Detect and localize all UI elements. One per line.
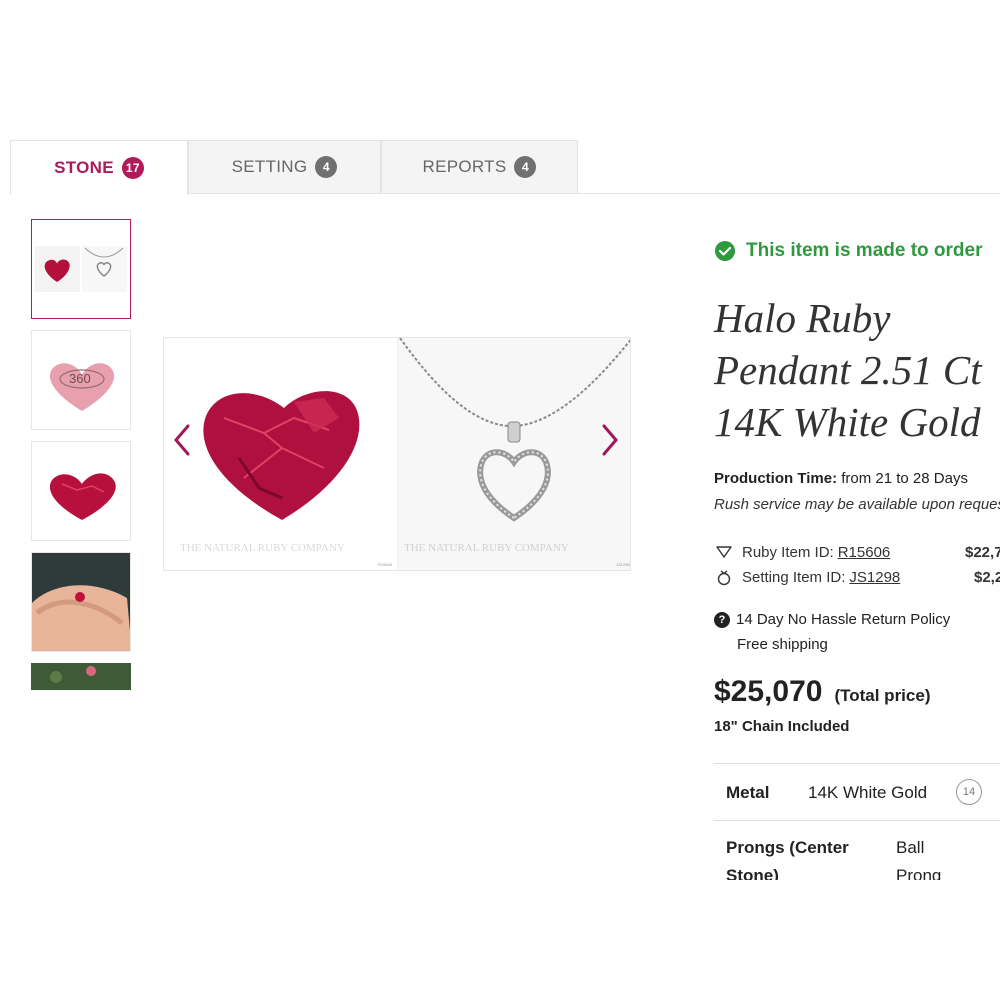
flowers-thumbnail-image (31, 663, 131, 690)
rush-service-note: Rush service may be available upon reque… (714, 496, 1000, 513)
tab-stone[interactable]: STONE 17 (10, 140, 188, 195)
tab-reports-count-badge: 4 (514, 156, 537, 178)
product-title-line-3: 14K White Gold (714, 399, 981, 445)
chevron-right-icon[interactable] (598, 420, 622, 460)
ruby-stone-thumbnail-image (49, 473, 116, 520)
setting-item-row: Setting Item ID: JS1298 $2,2 (714, 568, 1000, 586)
spec-prongs-value-line-2[interactable]: Prong (896, 866, 941, 880)
ruby-item-label: Ruby Item ID: (742, 543, 834, 561)
spec-divider-middle (714, 820, 1000, 821)
setting-item-label: Setting Item ID: (742, 568, 846, 586)
spec-metal-label: Metal (726, 783, 770, 802)
tab-setting[interactable]: SETTING 4 (188, 140, 381, 194)
chain-included-note: 18" Chain Included (714, 718, 850, 735)
thumbnail-combo[interactable] (31, 219, 131, 319)
ring-icon (717, 570, 731, 586)
availability-status: This item is made to order (714, 240, 983, 262)
total-price-row: $25,070 (Total price) (714, 675, 930, 709)
spec-prongs-value-line-1[interactable]: Ball (896, 838, 924, 858)
image-code-left: R15606 (378, 562, 393, 567)
product-title-line-2: Pendant 2.51 Ct (714, 347, 982, 393)
thumbnail-flowers-partial[interactable] (31, 663, 131, 690)
thumbnail-360-view[interactable]: 360 (31, 330, 131, 430)
view-360-label: 360 (69, 371, 91, 386)
spec-divider-top (714, 763, 1000, 764)
ruby-pendant-thumbnail-image (35, 246, 127, 292)
ruby-item-id-link[interactable]: R15606 (838, 544, 891, 561)
production-time: Production Time: from 21 to 28 Days (714, 470, 968, 487)
free-shipping-text: Free shipping (737, 636, 828, 653)
spec-prongs-row: Prongs (Center Stone) Ball Prong (714, 822, 1000, 880)
hand-photo-thumbnail-image (32, 553, 130, 651)
total-price: $25,070 (714, 675, 823, 708)
tab-stone-label: STONE (54, 157, 114, 177)
spec-prongs-label-line-2: Stone) (726, 866, 779, 880)
main-product-image[interactable]: THE NATURAL RUBY COMPANY THE NATURAL RUB… (163, 337, 631, 571)
production-time-value: from 21 to 28 Days (841, 470, 968, 487)
tab-bar: STONE 17 SETTING 4 REPORTS 4 (10, 140, 1000, 195)
availability-text: This item is made to order (746, 240, 983, 261)
product-title: Halo Ruby Pendant 2.51 Ct 14K White Gold (714, 292, 1000, 448)
diamond-icon (716, 546, 732, 558)
tab-setting-label: SETTING (231, 157, 308, 176)
product-title-line-1: Halo Ruby (714, 295, 891, 341)
metal-karat-badge: 14 (956, 779, 982, 805)
tab-setting-count-badge: 4 (315, 156, 338, 178)
thumbnail-ring-on-hand[interactable] (31, 552, 131, 652)
watermark-right: THE NATURAL RUBY COMPANY (404, 542, 569, 554)
spec-metal-value[interactable]: 14K White Gold (808, 783, 927, 803)
return-policy[interactable]: ? 14 Day No Hassle Return Policy (714, 611, 950, 628)
tab-stone-count-badge: 17 (121, 156, 144, 179)
spec-prongs-label-line-1: Prongs (Center (726, 838, 849, 857)
chevron-left-icon[interactable] (170, 420, 194, 460)
image-code-right: JS1298 (616, 562, 630, 567)
ruby-and-pendant-image (164, 338, 630, 570)
return-policy-text: 14 Day No Hassle Return Policy (736, 611, 951, 628)
question-icon[interactable]: ? (714, 611, 730, 628)
production-time-label: Production Time: (714, 470, 838, 487)
watermark-left: THE NATURAL RUBY COMPANY (180, 542, 345, 554)
ruby-item-row: Ruby Item ID: R15606 $22,7 (714, 543, 1000, 561)
check-circle-icon (715, 241, 735, 261)
setting-item-price: $2,2 (974, 568, 1000, 586)
tab-reports-label: REPORTS (422, 157, 507, 176)
setting-item-id-link[interactable]: JS1298 (849, 569, 900, 586)
tab-reports[interactable]: REPORTS 4 (381, 140, 578, 194)
ruby-item-price: $22,7 (965, 543, 1000, 561)
thumbnail-ruby-stone[interactable] (31, 441, 131, 541)
total-price-label: (Total price) (834, 686, 931, 705)
